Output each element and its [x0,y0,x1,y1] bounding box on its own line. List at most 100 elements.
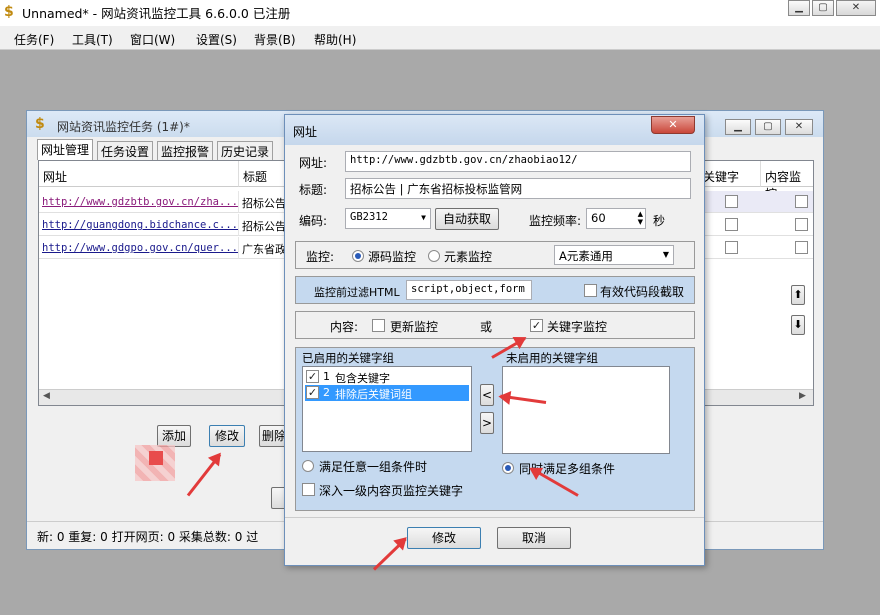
chevron-down-icon: ▼ [662,250,669,259]
status-text: 新: 0 重复: 0 打开网页: 0 采集总数: 0 过 [37,530,259,544]
content-panel: 内容: 更新监控 或 ✓ 关键字监控 [295,311,695,339]
row-url[interactable]: http://www.gdgpo.gov.cn/quer... [42,242,238,254]
maximize-icon[interactable]: ▢ [812,0,834,16]
close-icon[interactable]: ✕ [651,116,695,134]
tab-task-settings[interactable]: 任务设置 [97,141,154,160]
tab-history[interactable]: 历史记录 [217,141,274,160]
tab-monitor-alarm[interactable]: 监控报警 [157,141,214,160]
move-down-button[interactable]: ⬇ [791,315,805,335]
add-button[interactable]: 添加 [157,425,191,447]
title-label: 标题: [299,183,328,197]
valid-code-label: 有效代码段截取 [600,285,685,299]
dollar-icon: $ [4,4,14,20]
keyword-checkbox[interactable] [725,195,738,208]
menu-window[interactable]: 窗口(W) [130,31,175,48]
scroll-right-icon[interactable]: ▶ [799,391,806,401]
monitor-label: 监控: [306,250,335,264]
auto-get-button[interactable]: 自动获取 [435,208,499,230]
menu-settings[interactable]: 设置(S) [196,31,237,48]
maximize-icon[interactable]: ▢ [755,119,781,135]
enabled-groups-label: 已启用的关键字组 [302,351,394,365]
row-url[interactable]: http://www.gdzbtb.gov.cn/zha... [42,196,238,208]
row-checkbox-area [699,237,813,259]
dialog-title: 网址 [293,125,318,139]
tab-url-management[interactable]: 网址管理 [37,139,94,160]
list-item[interactable]: ✓ 1 包含关键字 [305,369,469,385]
group-2-num: 2 [323,386,330,399]
main-window-title: Unnamed* - 网站资讯监控工具 6.6.0.0 已注册 [22,6,291,21]
valid-code-checkbox[interactable] [584,284,597,297]
menu-help[interactable]: 帮助(H) [314,31,356,48]
task-window-title: 网站资讯监控任务 (1#)* [57,120,190,134]
content-label: 内容: [330,320,359,334]
keyword-checkbox[interactable] [725,241,738,254]
row-title: 广东省政 [239,237,289,259]
encoding-select[interactable]: GB2312 ▼ [345,208,431,229]
frequency-label: 监控频率: [529,214,582,228]
list-item[interactable]: ✓ 2 排除后关键词组 [305,385,469,401]
frequency-value: 60 [591,211,606,225]
content-checkbox[interactable] [795,218,808,231]
main-title-bar: $ Unnamed* - 网站资讯监控工具 6.6.0.0 已注册 ▁ ▢ ✕ [0,0,880,26]
deep-monitor-checkbox[interactable] [302,483,315,496]
stepper-arrows-icon[interactable]: ▲ ▼ [638,210,643,226]
keyword-groups-panel: 已启用的关键字组 ✓ 1 包含关键字 ✓ 2 排除后关键词组 < > 未启用的关… [295,347,695,511]
any-group-radio[interactable] [302,460,314,472]
group-1-checkbox[interactable]: ✓ [306,370,319,383]
source-monitor-label: 源码监控 [368,250,417,264]
table-row[interactable]: http://www.gdzbtb.gov.cn/zha... [39,191,239,213]
content-checkbox[interactable] [795,241,808,254]
modify-button[interactable]: 修改 [209,425,245,447]
content-checkbox[interactable] [795,195,808,208]
close-icon[interactable]: ✕ [836,0,876,16]
menu-task[interactable]: 任务(F) [14,31,54,48]
dialog-modify-button[interactable]: 修改 [407,527,481,549]
prefilter-panel: 监控前过滤HTML script,object,form 有效代码段截取 [295,276,695,304]
column-title-header[interactable]: 标题 [239,161,289,187]
prefilter-field[interactable]: script,object,form [406,280,532,300]
or-label: 或 [480,320,493,334]
column-keyword-header[interactable]: 关键字 [699,161,761,187]
prefilter-label: 监控前过滤HTML [314,286,400,299]
element-monitor-radio[interactable] [428,250,440,262]
all-groups-radio[interactable] [502,462,514,474]
frequency-stepper[interactable]: 60 ▲ ▼ [586,208,646,229]
menu-bar: 任务(F) 工具(T) 窗口(W) 设置(S) 背景(B) 帮助(H) [0,26,880,50]
mosaic-block [149,451,163,465]
table-row[interactable]: http://www.gdgpo.gov.cn/quer... [39,237,239,259]
menu-tools[interactable]: 工具(T) [72,31,113,48]
chevron-down-icon: ▼ [421,213,426,222]
update-monitor-checkbox[interactable] [372,319,385,332]
update-monitor-label: 更新监控 [390,320,439,334]
move-left-button[interactable]: < [480,384,494,406]
row-title: 招标公告 [239,214,289,236]
disabled-groups-list[interactable] [502,366,670,454]
element-select[interactable]: A元素通用 ▼ [554,245,674,265]
column-url-header[interactable]: 网址 [39,161,239,187]
group-2-label: 排除后关键词组 [335,388,412,401]
element-select-value: A元素通用 [559,249,613,263]
row-checkbox-area [699,191,813,213]
source-monitor-radio[interactable] [352,250,364,262]
scroll-left-icon[interactable]: ◀ [43,391,50,401]
move-up-button[interactable]: ⬆ [791,285,805,305]
minimize-icon[interactable]: ▁ [788,0,810,16]
menu-background[interactable]: 背景(B) [254,31,296,48]
row-url[interactable]: http://guangdong.bidchance.c... [42,219,238,231]
title-field[interactable]: 招标公告 | 广东省招标投标监管网 [345,178,691,199]
dialog-cancel-button[interactable]: 取消 [497,527,571,549]
encoding-label: 编码: [299,214,328,228]
frequency-unit: 秒 [653,214,666,228]
group-1-num: 1 [323,370,330,383]
column-content-header[interactable]: 内容监控 [761,161,813,201]
group-2-checkbox[interactable]: ✓ [306,386,319,399]
url-field[interactable]: http://www.gdzbtb.gov.cn/zhaobiao12/ [345,151,691,172]
move-right-button[interactable]: > [480,412,494,434]
any-group-label: 满足任意一组条件时 [319,460,428,474]
keyword-checkbox[interactable] [725,218,738,231]
enabled-groups-list[interactable]: ✓ 1 包含关键字 ✓ 2 排除后关键词组 [302,366,472,452]
keyword-monitor-checkbox[interactable]: ✓ [530,319,543,332]
table-row[interactable]: http://guangdong.bidchance.c... [39,214,239,236]
minimize-icon[interactable]: ▁ [725,119,751,135]
close-icon[interactable]: ✕ [785,119,813,135]
